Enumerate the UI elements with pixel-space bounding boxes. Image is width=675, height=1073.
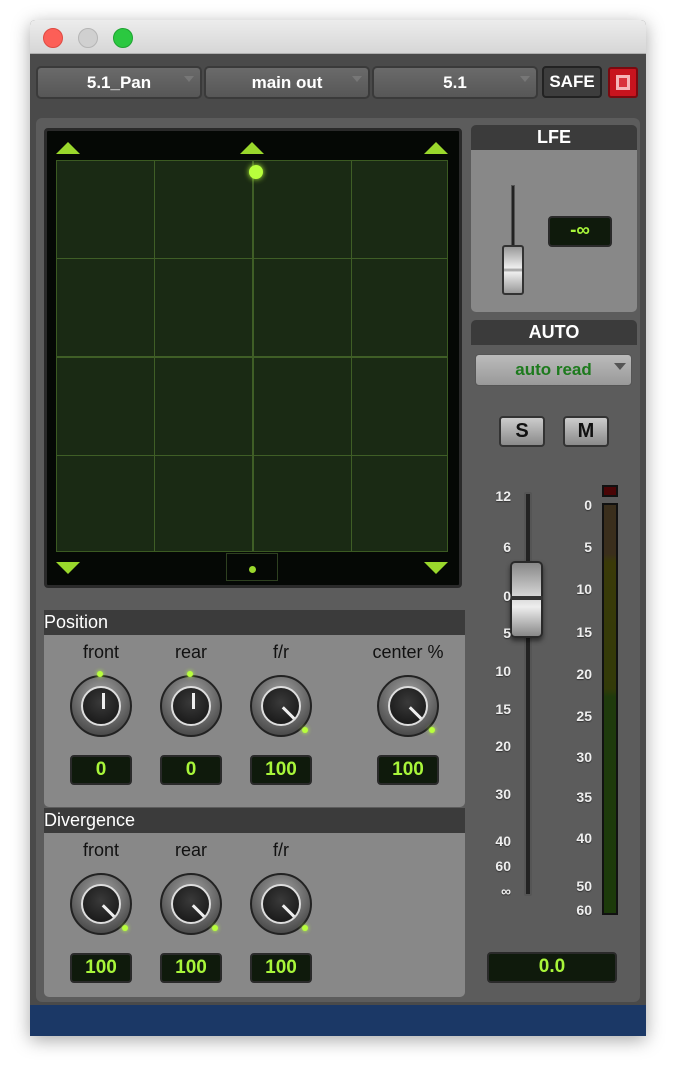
divergence-1-label: rear — [174, 840, 207, 860]
volume-fader-track — [524, 492, 532, 896]
divergence-value[interactable]: 100 — [160, 953, 222, 983]
position-value[interactable]: 0 — [160, 755, 222, 785]
divergence-knob[interactable] — [70, 873, 132, 935]
meter-scale-tick: 35 — [576, 789, 592, 805]
automation-mode: auto read — [515, 360, 592, 379]
position-value[interactable]: 100 — [377, 755, 439, 785]
divergence-knob[interactable] — [250, 873, 312, 935]
fader-scale-tick: 0 — [503, 588, 511, 604]
format-selector[interactable]: 5.1 — [372, 66, 538, 99]
position-value[interactable]: 0 — [70, 755, 132, 785]
record-icon — [616, 75, 630, 90]
position-header: Position — [44, 610, 465, 635]
fader-scale-tick: 12 — [495, 488, 511, 504]
speaker-right-icon — [424, 142, 448, 154]
divergence-value[interactable]: 100 — [70, 953, 132, 983]
lfe-strip — [226, 553, 278, 581]
fader-scale-tick: 20 — [495, 738, 511, 754]
fader-scale-tick: 5 — [503, 625, 511, 641]
position-0-label: front — [82, 642, 120, 662]
fader-scale-tick: ∞ — [501, 883, 511, 899]
position-knob[interactable] — [160, 671, 222, 737]
mute-button[interactable]: M — [563, 416, 609, 447]
divergence-value[interactable]: 100 — [250, 953, 312, 983]
title-bar — [30, 20, 646, 54]
fader-scale-tick: 30 — [495, 786, 511, 802]
zoom-button[interactable] — [113, 28, 133, 48]
record-safe-button[interactable] — [608, 67, 638, 98]
position-1-label: rear — [174, 642, 207, 662]
panner-grid[interactable] — [56, 160, 448, 552]
volume-value[interactable]: 0.0 — [487, 952, 617, 983]
close-button[interactable] — [43, 28, 63, 48]
plugin-name: 5.1_Pan — [86, 73, 152, 92]
speaker-center-icon — [240, 142, 264, 154]
position-2-label: f/r — [273, 642, 289, 662]
meter-scale-tick: 15 — [576, 624, 592, 640]
meter-scale-tick: 50 — [576, 878, 592, 894]
auto-header: AUTO — [471, 320, 637, 345]
lfe-dot — [249, 566, 256, 573]
lfe-fader-handle[interactable] — [502, 245, 524, 295]
fader-scale-tick: 15 — [495, 701, 511, 717]
chevron-down-icon — [184, 76, 194, 82]
meter-scale-tick: 30 — [576, 749, 592, 765]
divergence-knob[interactable] — [160, 873, 222, 935]
fader-scale-tick: 10 — [495, 663, 511, 679]
plugin-selector[interactable]: 5.1_Pan — [36, 66, 202, 99]
meter-scale-tick: 60 — [576, 902, 592, 918]
automation-mode-dropdown[interactable]: auto read — [475, 354, 632, 386]
fader-scale-tick: 60 — [495, 858, 511, 874]
position-knob[interactable] — [377, 675, 439, 737]
level-meter — [602, 503, 618, 915]
status-bar — [30, 1005, 646, 1036]
format-name: 5.1 — [443, 73, 467, 92]
output-selector[interactable]: main out — [204, 66, 370, 99]
lfe-value[interactable]: -∞ — [548, 216, 612, 247]
plugin-window: 5.1_Pan main out 5.1 SAFE Position Diver… — [30, 20, 646, 1036]
lfe-header: LFE — [471, 125, 637, 150]
chevron-down-icon — [614, 363, 626, 370]
position-knob[interactable] — [70, 671, 132, 737]
meter-scale-tick: 25 — [576, 708, 592, 724]
pan-position-dot[interactable] — [249, 165, 263, 179]
position-value[interactable]: 100 — [250, 755, 312, 785]
clip-indicator[interactable] — [602, 485, 618, 497]
divergence-header: Divergence — [44, 808, 465, 833]
fader-scale-tick: 6 — [503, 539, 511, 555]
speaker-left-surround-icon — [56, 562, 80, 574]
divergence-0-label: front — [82, 840, 120, 860]
chevron-down-icon — [352, 76, 362, 82]
volume-fader-handle[interactable] — [510, 561, 543, 638]
meter-scale-tick: 5 — [584, 539, 592, 555]
meter-scale-tick: 0 — [584, 497, 592, 513]
position-knob[interactable] — [250, 675, 312, 737]
safe-button[interactable]: SAFE — [542, 66, 602, 98]
output-name: main out — [251, 73, 323, 92]
meter-scale-tick: 20 — [576, 666, 592, 682]
meter-scale-tick: 10 — [576, 581, 592, 597]
minimize-button[interactable] — [78, 28, 98, 48]
solo-button[interactable]: S — [499, 416, 545, 447]
divergence-2-label: f/r — [273, 840, 289, 860]
speaker-left-icon — [56, 142, 80, 154]
fader-scale-tick: 40 — [495, 833, 511, 849]
speaker-right-surround-icon — [424, 562, 448, 574]
position-3-label: center % — [372, 642, 444, 662]
meter-scale-tick: 40 — [576, 830, 592, 846]
chevron-down-icon — [520, 76, 530, 82]
